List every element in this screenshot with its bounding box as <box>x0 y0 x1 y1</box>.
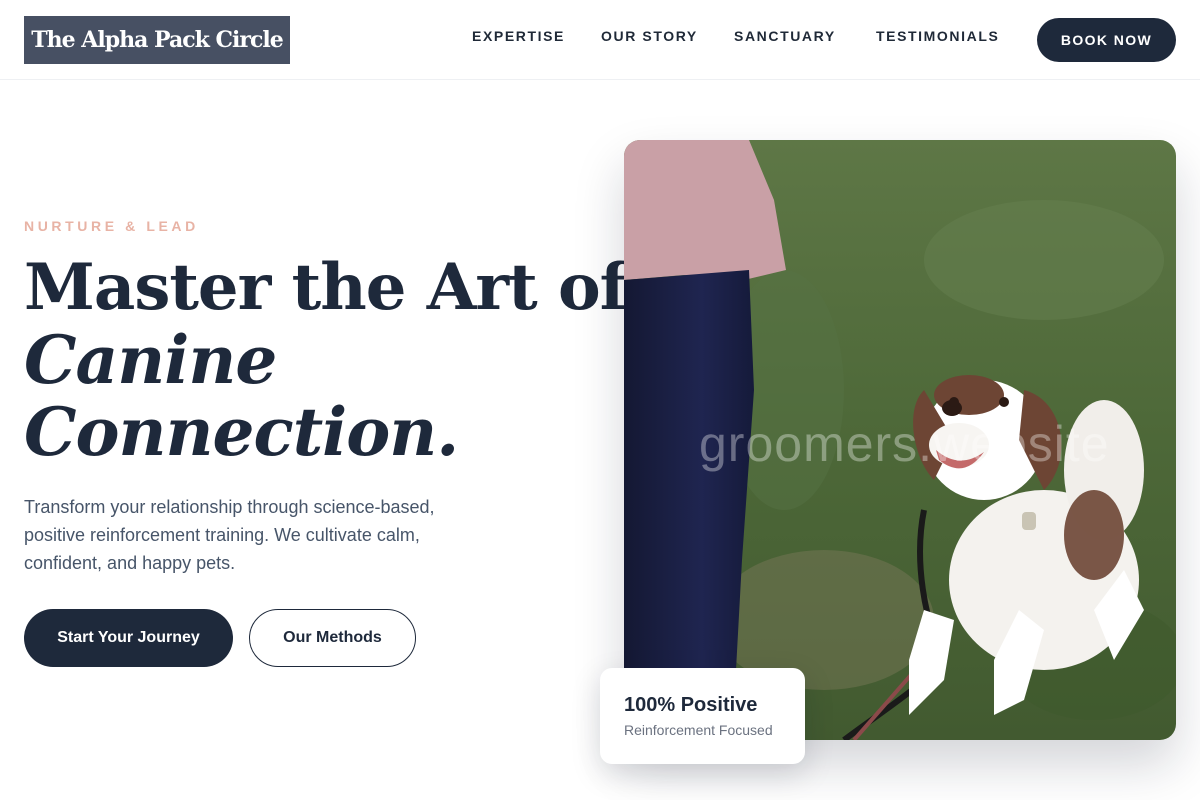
hero-description: Transform your relationship through scie… <box>24 497 435 573</box>
nav-link-sanctuary[interactable]: SANCTUARY <box>734 28 836 44</box>
badge-subtitle: Reinforcement Focused <box>624 722 773 738</box>
image-watermark: groomers.website <box>699 416 1110 472</box>
start-journey-button[interactable]: Start Your Journey <box>24 609 233 667</box>
book-now-button[interactable]: BOOK NOW <box>1037 18 1176 62</box>
hero-image: groomers.website <box>624 140 1176 740</box>
nav-link-expertise[interactable]: EXPERTISE <box>472 28 565 44</box>
positive-reinforcement-badge: 100% Positive Reinforcement Focused <box>600 668 805 764</box>
hero-headline: Master the Art of Canine Connection. <box>24 250 627 471</box>
headline-line-1: Master the Art of <box>24 250 627 325</box>
headline-italic-2: Connection. <box>24 393 459 471</box>
nav-link-testimonials[interactable]: TESTIMONIALS <box>876 28 999 44</box>
badge-title: 100% Positive <box>624 694 758 716</box>
logo[interactable]: The Alpha Pack Circle <box>24 16 290 64</box>
hero-eyebrow: NURTURE & LEAD <box>24 218 199 234</box>
headline-italic-1: Canine <box>24 321 277 399</box>
site-header: The Alpha Pack Circle EXPERTISE OUR STOR… <box>0 0 1200 80</box>
our-methods-button[interactable]: Our Methods <box>249 609 416 667</box>
nav-link-our-story[interactable]: OUR STORY <box>601 28 698 44</box>
